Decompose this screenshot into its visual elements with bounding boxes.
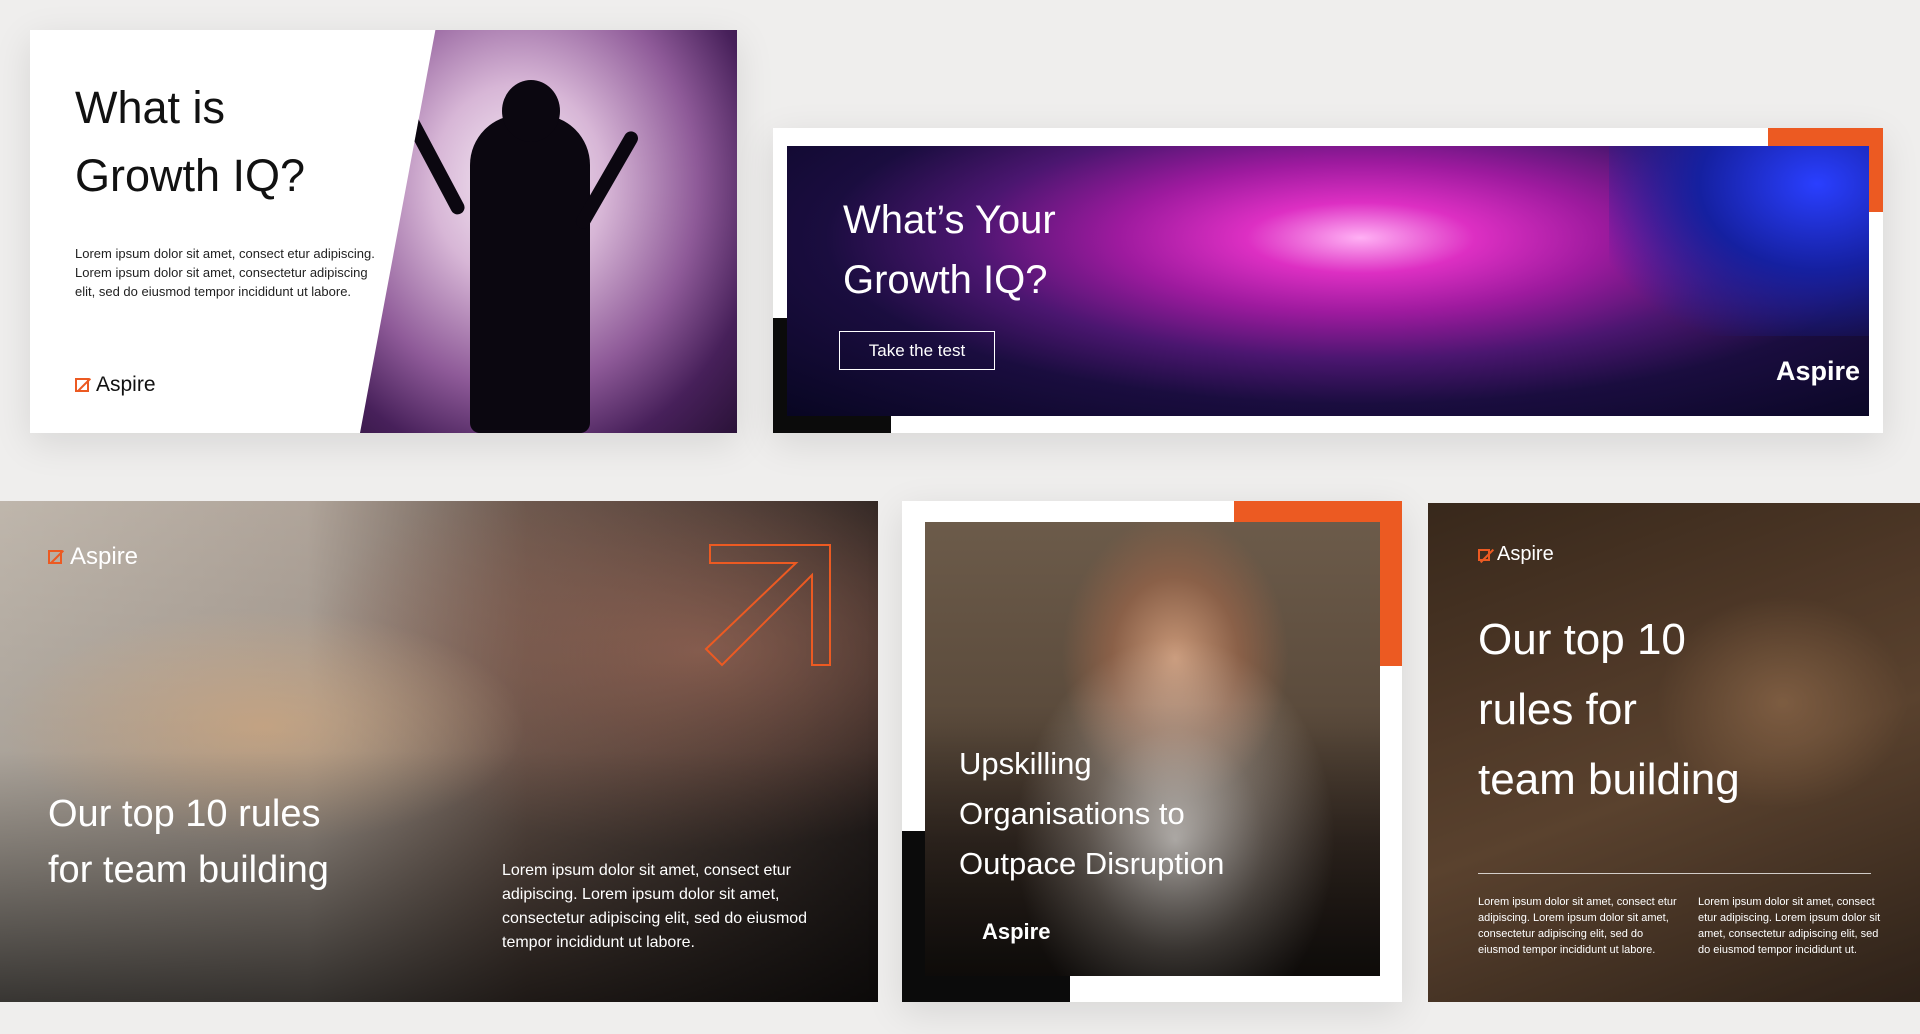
aspire-mark-icon xyxy=(75,378,89,392)
card5-body-right: Lorem ipsum dolor sit amet, consect etur… xyxy=(1698,896,1881,956)
aspire-logo: Aspire xyxy=(75,373,156,397)
aspire-mark-icon xyxy=(48,550,62,564)
card2-title-line2: Growth IQ? xyxy=(843,258,1048,302)
card5-title-line1: Our top 10 xyxy=(1478,615,1686,664)
card2-title-line1: What’s Your xyxy=(843,198,1056,242)
logo-text: Aspire xyxy=(96,373,156,396)
card2-title: What’s Your Growth IQ? xyxy=(843,190,1056,310)
card5-body-left: Lorem ipsum dolor sit amet, consect etur… xyxy=(1478,896,1677,956)
card4-title: Upskilling Organisations to Outpace Disr… xyxy=(959,739,1224,889)
aspire-logo: Aspire xyxy=(1776,356,1861,386)
divider xyxy=(1478,873,1871,874)
card3-title-line1: Our top 10 rules xyxy=(48,793,321,835)
card4-title-line2: Organisations to xyxy=(959,796,1185,831)
arrow-up-right-icon xyxy=(704,544,831,667)
aspire-logo: Aspire xyxy=(48,543,138,571)
blue-light-glow xyxy=(1609,146,1869,336)
raised-arm-left xyxy=(402,113,468,217)
logo-text: Aspire xyxy=(1497,543,1554,565)
logo-text: Aspire xyxy=(70,543,139,570)
take-the-test-button[interactable]: Take the test xyxy=(839,331,995,370)
card3-title-line2: for team building xyxy=(48,849,329,891)
aspire-mark-icon xyxy=(1478,548,1490,561)
card1-title: What is Growth IQ? xyxy=(75,74,305,210)
upskilling-card: Upskilling Organisations to Outpace Disr… xyxy=(902,501,1402,1002)
team-building-card-wide: Aspire Our top 10 rules for team buildin… xyxy=(0,501,878,1002)
card5-title-line3: team building xyxy=(1478,755,1740,804)
card4-title-line3: Outpace Disruption xyxy=(959,846,1225,881)
aspire-logo: Aspire xyxy=(982,919,1051,944)
card5-title: Our top 10 rules for team building xyxy=(1478,605,1740,815)
card3-title: Our top 10 rules for team building xyxy=(48,786,329,898)
card5-title-line2: rules for xyxy=(1478,685,1637,734)
card1-body: Lorem ipsum dolor sit amet, consect etur… xyxy=(75,246,375,299)
growth-iq-card: What is Growth IQ? Lorem ipsum dolor sit… xyxy=(30,30,737,433)
card4-title-line1: Upskilling xyxy=(959,746,1092,781)
person-silhouette xyxy=(470,115,590,433)
card1-title-line2: Growth IQ? xyxy=(75,150,306,201)
card1-title-line1: What is xyxy=(75,82,226,133)
aspire-logo: Aspire xyxy=(1478,543,1554,566)
card3-body: Lorem ipsum dolor sit amet, consect etur… xyxy=(502,862,808,951)
team-building-card-tall: Aspire Our top 10 rules for team buildin… xyxy=(1428,503,1920,1002)
vr-silhouette-photo xyxy=(360,30,737,433)
growth-iq-banner: What’s Your Growth IQ? Take the test Asp… xyxy=(773,128,1883,433)
person-head xyxy=(502,80,560,142)
